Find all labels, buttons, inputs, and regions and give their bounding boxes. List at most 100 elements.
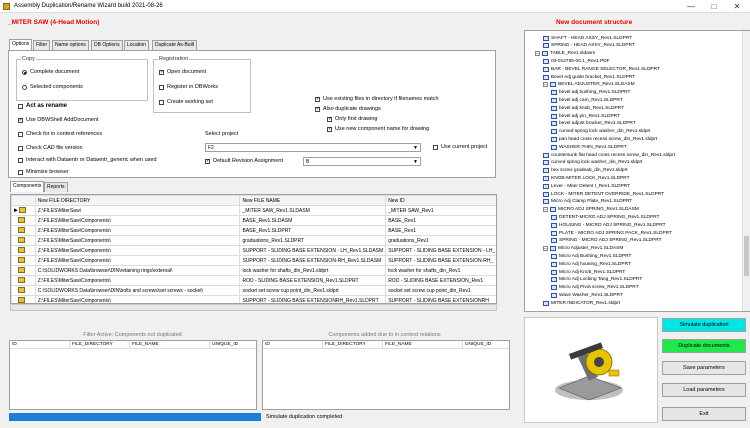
tab-name-options[interactable]: Name options — [52, 40, 89, 50]
cell-directory[interactable]: C:\SOLIDWORKS Data\browser\DIN\bolts and… — [34, 285, 241, 296]
register-dbworks-checkbox[interactable]: Register in DBWorks — [159, 84, 218, 90]
duplicate-documents-button[interactable]: Duplicate documents — [662, 339, 746, 353]
tree-node[interactable]: bevel adj cam_Rev1.SLDPRT — [551, 96, 623, 104]
tree-node[interactable]: − TABLE_Rev1.sldasm — [535, 50, 595, 58]
collapse-icon[interactable]: − — [543, 82, 548, 88]
tree-node[interactable]: bevel adj knob_Rev1.SLDPRT — [551, 104, 624, 112]
interact-dataentr-checkbox[interactable]: Interact with Dataentr or Dataentr_gener… — [18, 157, 157, 163]
cell-id[interactable]: SUPPORT - SLIDING BASE EXTENSION - LH_ — [385, 245, 496, 256]
tree-node[interactable]: HOUSING - MICRO ADJ SPRING_Rev1.SLDPRT — [551, 221, 666, 229]
copy-selected-radio[interactable]: Selected components — [22, 84, 83, 90]
use-existing-files-checkbox[interactable]: Use existing files in directory if filen… — [315, 96, 439, 102]
tree-node[interactable]: SPRING - MICRO ADJ SPRING_Rev1.SLDPRT — [551, 237, 662, 245]
table-row[interactable]: Z:\FILES\MiterSaw\Components\ SUPPORT - S… — [11, 245, 496, 256]
checkbox-indicator[interactable] — [18, 131, 23, 137]
tree-node[interactable]: − BEVEL ADJUSTER_Rev1.SLDASM — [543, 81, 635, 89]
column-header[interactable]: UNIQUE_ID — [463, 341, 509, 348]
tree-node[interactable]: bevel adj bushing_Rev1.SLDPRT — [551, 89, 630, 97]
row-selector[interactable] — [11, 215, 36, 226]
tab-duplicate-as-built[interactable]: Duplicate As-Built — [152, 40, 198, 50]
only-first-drawing-checkbox[interactable]: Only first drawing — [327, 116, 378, 122]
row-selector[interactable] — [11, 255, 36, 266]
table-row[interactable]: Z:\FILES\MiterSaw\Components\ BASE_Rev1.S… — [11, 225, 496, 236]
cell-filename[interactable]: SUPPORT - SLIDING BASE EXTENSION-RH_Rev1… — [239, 255, 387, 266]
cell-directory[interactable]: Z:\FILES\MiterSaw\Components\ — [34, 295, 241, 303]
tree-node[interactable]: BAR - BEVEL RANGE SELECTOR_Rev1.SLDPRT — [543, 65, 660, 73]
tree-node[interactable]: Lever - Miter Detent I_Rev1.SLDPRT — [543, 182, 630, 190]
collapse-icon[interactable]: − — [543, 246, 548, 252]
tree-node[interactable]: curved spring lock washer_din_Rev1.sldpr… — [551, 128, 650, 136]
column-header-directory[interactable]: New FILE DIRECTORY — [34, 195, 241, 206]
checkbox-indicator[interactable] — [205, 158, 210, 164]
column-header-filename[interactable]: New FILE NAME — [239, 195, 387, 206]
use-dbwshell-checkbox[interactable]: Use DBWShell AddDocument — [18, 117, 98, 123]
load-parameters-button[interactable]: Load parameters — [662, 383, 746, 397]
collapse-icon[interactable]: − — [535, 51, 540, 57]
collapse-icon[interactable]: − — [543, 207, 548, 213]
table-row[interactable]: Z:\FILES\MiterSaw\Components\ SUPPORT - S… — [11, 295, 496, 303]
open-document-checkbox[interactable]: Open document — [159, 69, 206, 75]
tree-node[interactable]: Bevel Adj guide bracket_Rev1.SLDPRT — [543, 73, 635, 81]
tree-node[interactable]: SPRING - HEAD ASSY_Rev1.SLDPRT — [543, 42, 635, 50]
use-current-project-checkbox[interactable]: Use current project — [433, 144, 487, 150]
table-row[interactable]: Z:\FILES\MiterSaw\Components\ SUPPORT - S… — [11, 255, 496, 266]
tree-node[interactable]: Wave Washer_Rev1.SLDPRT — [551, 291, 623, 299]
cell-directory[interactable]: Z:\FILES\MiterSaw\ — [34, 205, 241, 216]
checkbox-indicator[interactable] — [315, 96, 320, 102]
create-working-set-checkbox[interactable]: Create working set — [159, 99, 213, 105]
tree-node[interactable]: countersunk flat head cross recess screw… — [543, 151, 675, 159]
row-selector[interactable] — [11, 295, 36, 303]
tree-node[interactable]: bevel adjust bracket_Rev1.SLDPRT — [551, 120, 636, 128]
tree-node[interactable]: bevel adj pin_Rev1.SLDPRT — [551, 112, 620, 120]
checkbox-indicator[interactable] — [18, 169, 23, 175]
scroll-thumb[interactable] — [744, 236, 749, 276]
column-header[interactable]: FILE_NAME — [383, 341, 463, 348]
check-cad-file-checkbox[interactable]: Check CAD file version — [18, 145, 83, 151]
column-header[interactable]: UNIQUE_ID — [210, 341, 256, 348]
cell-filename[interactable]: lock washer for shafts_din_Rev1.sldprt — [239, 265, 387, 276]
column-header-id[interactable]: New ID — [385, 195, 496, 206]
tab-reports[interactable]: Reports — [44, 182, 68, 192]
cell-id[interactable]: SUPPORT - SLIDING BASE EXTENSIONRH — [385, 295, 496, 303]
cell-filename[interactable]: BASE_Rev1.SLDASM — [239, 215, 387, 226]
tree-node[interactable]: WASHER-THIN_Rev1.SLDPRT — [551, 143, 627, 151]
cell-directory[interactable]: Z:\FILES\MiterSaw\Components\ — [34, 215, 241, 226]
tree-node[interactable]: PLATE - MICRO ADJ SPRING PACK_Rev1.SLDPR… — [551, 229, 672, 237]
cell-directory[interactable]: Z:\FILES\MiterSaw\Components\ — [34, 245, 241, 256]
tree-node[interactable]: Micro Adj Knob_Rev1.SLDPRT — [551, 268, 625, 276]
tree-node[interactable]: curved spring lock washer_din_Rev1.sldpr… — [543, 159, 642, 167]
simulate-duplication-button[interactable]: Simulate duplication — [662, 318, 746, 332]
cell-id[interactable]: socket set screw cup point_din_Rev1 — [385, 285, 496, 296]
row-selector[interactable] — [11, 285, 36, 296]
tree-node[interactable]: DETENT-MICRO ADJ SPRING_Rev1.SLDPRT — [551, 213, 659, 221]
table-row[interactable]: C:\SOLIDWORKS Data\browser\DIN\retaining… — [11, 265, 496, 276]
checkbox-indicator[interactable] — [315, 106, 320, 112]
tree-node[interactable]: − MICRO ADJ SPRING_Rev1.SLDASM — [543, 206, 639, 214]
checkbox-indicator[interactable] — [327, 126, 332, 132]
table-row[interactable]: Z:\FILES\MiterSaw\Components\ BASE_Rev1.S… — [11, 215, 496, 226]
cell-filename[interactable]: graduations_Rev1.SLDPRT — [239, 235, 387, 246]
tree-node[interactable]: MITER INDICATOR_Rev1.sldprt — [543, 299, 620, 307]
horizontal-scrollbar[interactable] — [10, 304, 497, 311]
cell-id[interactable]: graduations_Rev1 — [385, 235, 496, 246]
column-header[interactable]: ID — [263, 341, 323, 348]
checkbox-indicator[interactable] — [433, 144, 438, 150]
cell-filename[interactable]: socket set screw cup point_din_Rev1.sldp… — [239, 285, 387, 296]
exit-button[interactable]: Exit — [662, 407, 746, 421]
checkbox-indicator[interactable] — [18, 103, 23, 109]
row-selector[interactable]: ▶ — [11, 205, 36, 216]
minimize-button[interactable]: — — [680, 1, 702, 12]
tab-db-options[interactable]: DB Options — [91, 40, 123, 50]
checkbox-indicator[interactable] — [18, 145, 23, 151]
chevron-down-icon[interactable]: ▼ — [413, 159, 418, 165]
vertical-scrollbar[interactable] — [742, 31, 750, 311]
table-row[interactable]: C:\SOLIDWORKS Data\browser\DIN\bolts and… — [11, 285, 496, 296]
row-selector[interactable] — [11, 225, 36, 236]
tree-node[interactable]: LOCK - MITER DETENT OVERRIDE_Rev1.SLDPRT — [543, 190, 664, 198]
cell-directory[interactable]: C:\SOLIDWORKS Data\browser\DIN\retaining… — [34, 265, 241, 276]
table-row[interactable]: Z:\FILES\MiterSaw\Components\ graduations… — [11, 235, 496, 246]
act-as-rename-checkbox[interactable]: Act as rename — [18, 103, 67, 109]
cell-directory[interactable]: Z:\FILES\MiterSaw\Components\ — [34, 235, 241, 246]
checkbox-indicator[interactable] — [159, 69, 164, 75]
minimize-browser-checkbox[interactable]: Minimize browser — [18, 169, 69, 175]
